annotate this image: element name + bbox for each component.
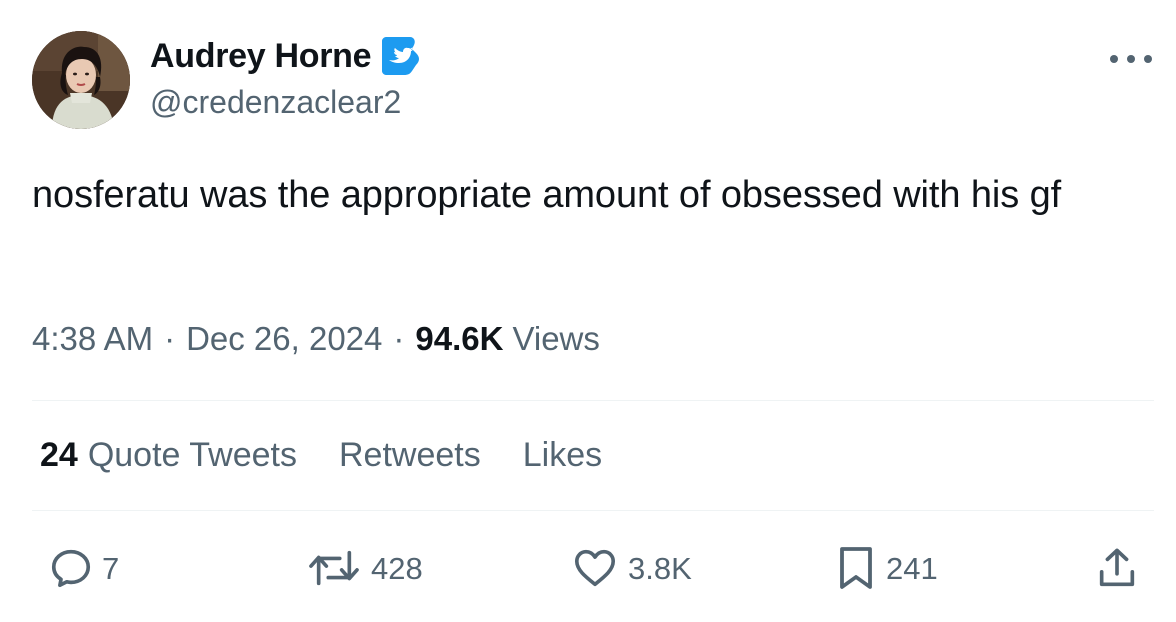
heart-icon xyxy=(574,549,616,587)
likes-link[interactable]: Likes xyxy=(523,438,602,472)
author-name-row: Audrey Horne xyxy=(150,34,422,78)
reply-icon xyxy=(51,549,91,588)
reply-count: 7 xyxy=(102,550,120,586)
author-handle[interactable]: @credenzaclear2 xyxy=(150,86,401,118)
share-button[interactable] xyxy=(1094,540,1140,596)
views-count: 94.6K xyxy=(415,319,504,357)
meta-separator: · xyxy=(393,319,405,357)
engagement-stats: 24 Quote Tweets Retweets Likes xyxy=(40,433,644,477)
retweet-icon xyxy=(309,550,359,586)
views-label: Views xyxy=(512,319,600,357)
divider xyxy=(32,400,1154,401)
bookmark-icon xyxy=(840,547,872,589)
tweet-text: nosferatu was the appropriate amount of … xyxy=(32,174,1062,216)
more-icon-dot xyxy=(1127,55,1135,63)
retweet-button[interactable]: 428 xyxy=(305,540,423,596)
more-icon-dot xyxy=(1110,55,1118,63)
likes-label: Likes xyxy=(522,436,603,474)
tweet-time[interactable]: 4:38 AM xyxy=(32,322,153,355)
avatar[interactable] xyxy=(32,31,130,129)
more-icon-dot xyxy=(1144,55,1152,63)
display-name[interactable]: Audrey Horne xyxy=(150,39,372,73)
share-icon xyxy=(1099,548,1135,587)
retweets-link[interactable]: Retweets xyxy=(339,438,481,472)
bookmark-count: 241 xyxy=(886,550,938,586)
tweet-date[interactable]: Dec 26, 2024 xyxy=(186,322,382,355)
reply-button[interactable]: 7 xyxy=(48,540,119,596)
tweet-actions: 7 428 3.8K 241 xyxy=(0,540,1176,596)
bookmark-button[interactable]: 241 xyxy=(834,540,938,596)
retweet-count: 428 xyxy=(371,550,423,586)
quote-tweets-label: Quote Tweets xyxy=(87,436,297,474)
like-button[interactable]: 3.8K xyxy=(570,540,692,596)
verified-badge-icon xyxy=(380,37,422,75)
more-options-button[interactable] xyxy=(1106,47,1156,71)
quote-tweets-link[interactable]: 24 Quote Tweets xyxy=(40,438,297,472)
divider xyxy=(32,510,1154,511)
retweets-label: Retweets xyxy=(339,436,481,474)
tweet-meta: 4:38 AM · Dec 26, 2024 · 94.6K Views xyxy=(32,316,600,360)
quote-tweets-count: 24 xyxy=(40,436,78,474)
meta-separator: · xyxy=(164,319,176,357)
like-count: 3.8K xyxy=(628,550,692,586)
